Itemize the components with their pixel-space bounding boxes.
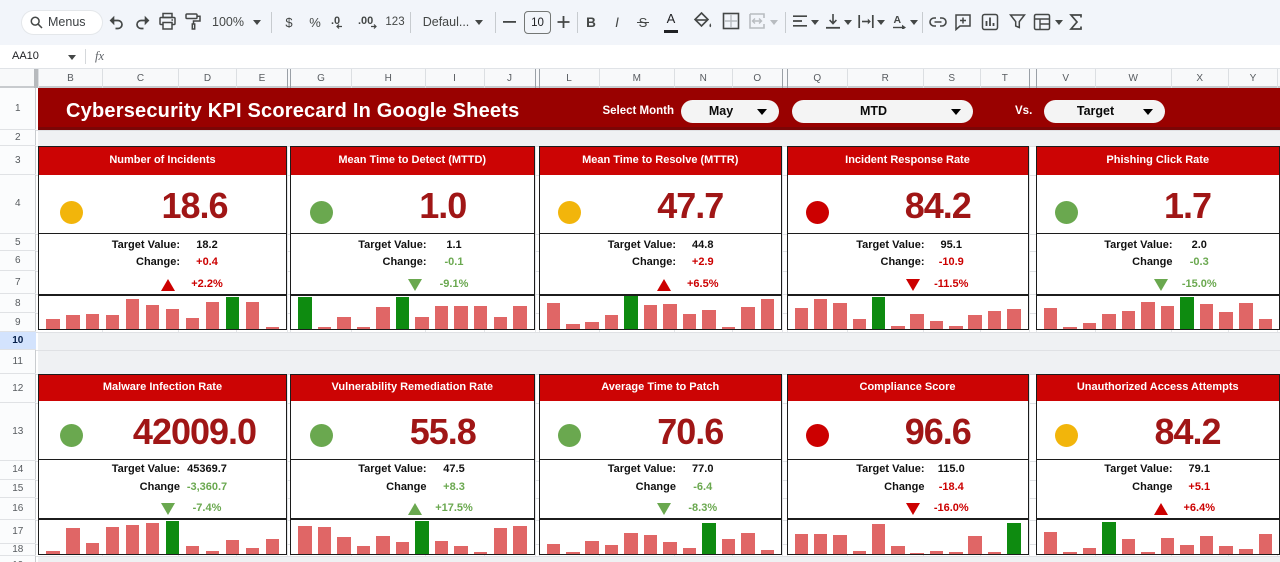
svg-text:A: A bbox=[894, 14, 902, 26]
svg-text:.00: .00 bbox=[358, 15, 373, 27]
